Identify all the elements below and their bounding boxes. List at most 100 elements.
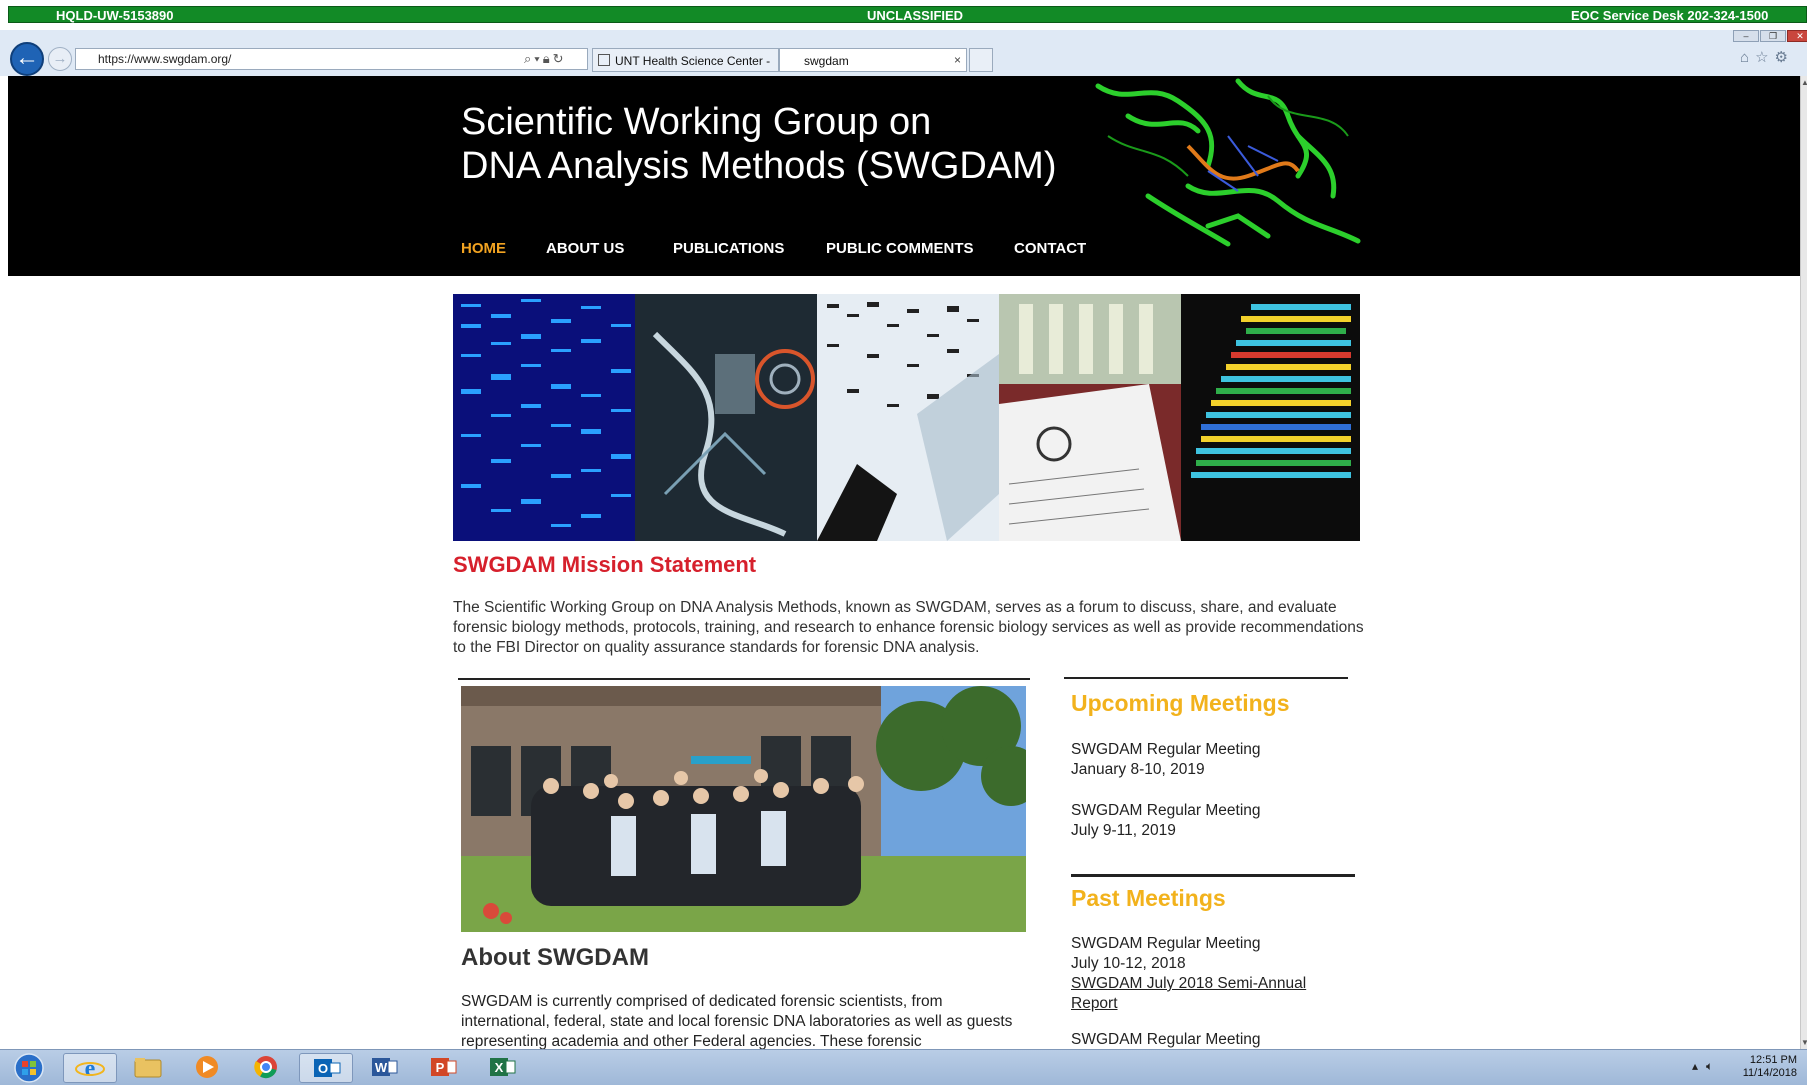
protein-structure-graphic [1095,78,1361,247]
past-meetings-title: Past Meetings [1071,885,1226,911]
site-title[interactable]: Scientific Working Group on DNA Analysis… [461,100,1056,188]
browser-right-icons: ⌂☆⚙ [1740,48,1794,66]
meeting-name: SWGDAM Regular Meeting [1071,935,1261,952]
meeting-date: July 10-12, 2018 [1071,955,1186,972]
star-icon[interactable]: ☆ [1755,49,1774,66]
past-meeting-2: SWGDAM Regular Meeting [1071,1030,1261,1049]
forward-button[interactable]: → [48,47,72,71]
excel-icon: X [490,1058,516,1076]
lock-icon[interactable]: 🔒︎ [543,51,553,66]
svg-text:e: e [85,1056,96,1082]
site-title-line1: Scientific Working Group on [461,101,932,143]
divider [1064,677,1348,679]
taskbar: e O W P X ▴🔈︎ 12:51 PM 11/14/2018 [0,1049,1807,1085]
page-viewport: Scientific Working Group on DNA Analysis… [8,76,1800,1049]
mission-text: The Scientific Working Group on DNA Anal… [453,599,1364,656]
upcoming-meetings-title: Upcoming Meetings [1071,690,1290,716]
classification-banner-area: HQLD-UW-5153890 UNCLASSIFIED EOC Service… [0,0,1807,30]
nav-publications[interactable]: PUBLICATIONS [673,240,784,257]
page-icon [598,54,610,66]
taskbar-internet-explorer[interactable]: e [63,1053,117,1083]
address-bar-icons: ⌕▾🔒︎↻ [524,51,567,67]
nav-about-us[interactable]: ABOUT US [546,240,624,257]
lab-clipboard-image [999,294,1181,541]
internet-explorer-icon: e [75,1056,105,1082]
meeting-date: July 9-11, 2019 [1071,822,1176,839]
tab-label: swgdam [804,54,849,68]
upcoming-meeting-2: SWGDAM Regular Meeting July 9-11, 2019 [1071,801,1261,841]
nav-home[interactable]: HOME [461,240,506,257]
dropdown-icon[interactable]: ▾ [534,51,542,66]
banner-service-desk: EOC Service Desk 202-324-1500 [1571,8,1769,23]
about-text: SWGDAM is currently comprised of dedicat… [461,993,1013,1049]
banner-host-id: HQLD-UW-5153890 [56,8,174,23]
hero-image-strip [453,294,1360,541]
site-title-line2: DNA Analysis Methods (SWGDAM) [461,145,1057,187]
new-tab-button[interactable] [969,48,993,72]
tab-unt-health[interactable]: UNT Health Science Center - ... [592,48,779,82]
system-tray: ▴🔈︎ [1692,1059,1721,1074]
divider [1071,874,1355,877]
nav-contact[interactable]: CONTACT [1014,240,1086,257]
upcoming-meeting-1: SWGDAM Regular Meeting January 8-10, 201… [1071,740,1261,780]
swgdam-group-photo [461,686,1026,932]
about-title: About SWGDAM [461,944,649,971]
volume-icon[interactable]: 🔈︎ [1706,1059,1721,1073]
meeting-name: SWGDAM Regular Meeting [1071,1031,1261,1048]
refresh-icon[interactable]: ↻ [553,51,567,66]
search-icon[interactable]: ⌕ [524,51,534,66]
taskbar-file-explorer[interactable] [122,1053,176,1083]
vertical-scrollbar[interactable]: ▲ ▼ [1800,76,1807,1049]
back-button[interactable]: ← [10,42,44,76]
system-clock[interactable]: 12:51 PM 11/14/2018 [1742,1054,1797,1080]
address-bar[interactable]: https://www.swgdam.org/ ⌕▾🔒︎↻ [75,48,588,70]
address-url[interactable]: https://www.swgdam.org/ [98,52,231,66]
svg-text:X: X [495,1060,504,1075]
home-icon[interactable]: ⌂ [1740,49,1755,66]
close-window-icon[interactable]: ✕ [1787,30,1807,42]
taskbar-excel[interactable]: X [476,1053,530,1083]
close-tab-icon[interactable]: × [954,53,961,67]
mission-title: SWGDAM Mission Statement [453,552,757,577]
meeting-name: SWGDAM Regular Meeting [1071,802,1261,819]
taskbar-word[interactable]: W [358,1053,412,1083]
taskbar-outlook[interactable]: O [299,1053,353,1083]
semi-annual-report-link[interactable]: SWGDAM July 2018 Semi-Annual Report [1071,975,1306,1012]
clock-date: 11/14/2018 [1742,1067,1797,1079]
svg-text:O: O [318,1061,328,1076]
gear-icon[interactable]: ⚙ [1775,49,1794,66]
nav-public-comments[interactable]: PUBLIC COMMENTS [826,240,974,257]
dna-tech-collage-image [635,294,817,541]
svg-text:W: W [375,1060,388,1075]
scroll-down-icon[interactable]: ▼ [1801,1038,1807,1047]
windows-start-icon [14,1053,44,1083]
tab-swgdam[interactable]: swgdam × [779,48,967,72]
maximize-icon[interactable]: ❐ [1760,30,1786,42]
meeting-name: SWGDAM Regular Meeting [1071,741,1261,758]
autorad-film-image [817,294,999,541]
banner-classification: UNCLASSIFIED [867,8,964,23]
minimize-icon[interactable]: – [1733,30,1759,42]
start-button[interactable] [12,1053,52,1083]
folder-icon [134,1058,162,1078]
scroll-up-icon[interactable]: ▲ [1801,78,1807,87]
powerpoint-icon: P [431,1058,457,1076]
classification-banner: HQLD-UW-5153890 UNCLASSIFIED EOC Service… [8,6,1807,23]
show-hidden-icons[interactable]: ▴ [1692,1059,1706,1073]
chrome-icon [254,1056,277,1079]
dna-gel-blue-image [453,294,635,541]
taskbar-powerpoint[interactable]: P [417,1053,471,1083]
outlook-icon: O [314,1059,341,1077]
taskbar-media-player[interactable] [181,1053,235,1083]
site-header: Scientific Working Group on DNA Analysis… [8,76,1800,276]
meeting-date: January 8-10, 2019 [1071,761,1205,778]
back-icon: ← [15,44,39,71]
past-meeting-1: SWGDAM Regular Meeting July 10-12, 2018 … [1071,934,1351,1014]
divider [458,678,1030,680]
word-icon: W [372,1058,398,1076]
svg-text:P: P [436,1060,445,1075]
taskbar-chrome[interactable] [240,1053,294,1083]
clock-time: 12:51 PM [1749,1054,1797,1066]
forward-icon: → [52,50,68,67]
dna-sequence-colors-image [1181,294,1360,541]
